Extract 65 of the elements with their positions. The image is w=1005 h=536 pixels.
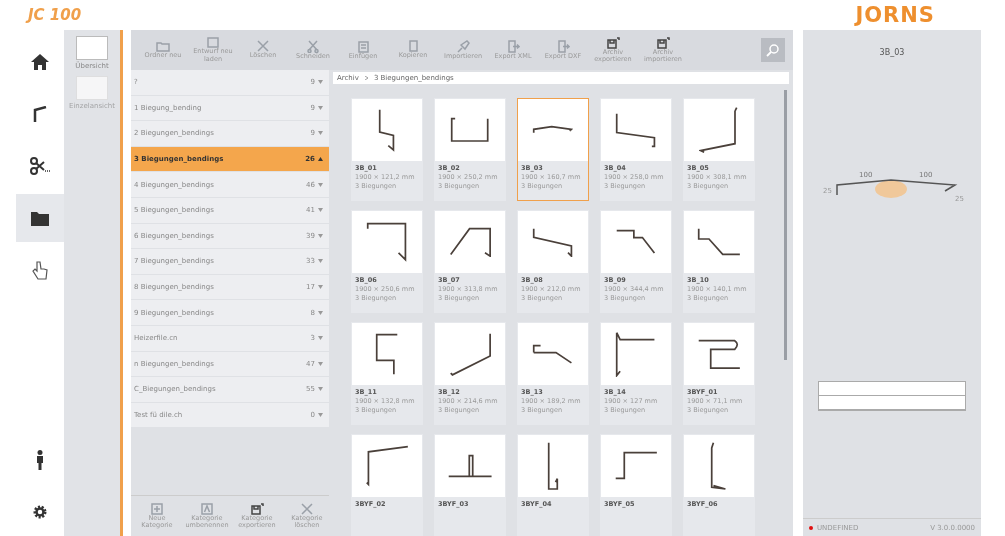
letter-icon bbox=[201, 502, 213, 515]
folder-icon bbox=[31, 210, 49, 226]
archive-icon bbox=[250, 502, 264, 515]
settings-icon bbox=[32, 504, 48, 520]
scissors-icon bbox=[307, 39, 319, 53]
scissors-icon bbox=[30, 157, 50, 175]
profile-title: 3B_03 bbox=[879, 48, 905, 57]
document-icon bbox=[206, 37, 220, 49]
person-icon bbox=[36, 450, 44, 470]
home-icon bbox=[31, 54, 49, 70]
profile-drawing bbox=[378, 108, 396, 152]
folder-icon bbox=[156, 40, 170, 52]
chevron-icon bbox=[364, 76, 368, 80]
profile-drawing bbox=[699, 106, 739, 154]
caret-down-icon bbox=[318, 208, 323, 213]
bend-icon bbox=[33, 106, 47, 122]
profile-drawing bbox=[615, 229, 657, 255]
caret-down-icon bbox=[318, 387, 323, 392]
export-icon bbox=[556, 39, 570, 53]
profile-drawing bbox=[613, 451, 659, 481]
scrollbar[interactable] bbox=[784, 90, 787, 360]
pin-icon bbox=[456, 39, 470, 53]
caret-down-icon bbox=[318, 259, 323, 264]
archive-icon bbox=[656, 36, 670, 49]
caret-down-icon bbox=[318, 336, 323, 341]
caret-up-icon bbox=[318, 157, 323, 162]
profile-drawing bbox=[710, 441, 728, 491]
page-icon bbox=[407, 40, 419, 53]
search-icon bbox=[766, 43, 780, 57]
archive-icon bbox=[606, 36, 620, 49]
caret-down-icon bbox=[318, 182, 323, 187]
plus-icon bbox=[151, 502, 163, 515]
profile-drawing bbox=[615, 330, 657, 378]
profile-drawing bbox=[448, 226, 492, 258]
profile-drawing bbox=[448, 331, 492, 377]
brand-logo: JORNS bbox=[855, 3, 935, 27]
input-field[interactable] bbox=[819, 396, 965, 410]
profile-drawing bbox=[615, 112, 657, 148]
profile-drawing bbox=[375, 332, 399, 376]
clipboard-icon bbox=[357, 39, 369, 53]
input-field[interactable] bbox=[819, 382, 965, 396]
export-icon bbox=[506, 39, 520, 53]
profile-drawing bbox=[450, 117, 490, 143]
profile-drawing bbox=[366, 222, 408, 262]
profile-drawing bbox=[446, 454, 494, 478]
profile-drawing bbox=[696, 338, 742, 370]
profile-drawing bbox=[532, 125, 574, 135]
cross-icon bbox=[257, 40, 269, 53]
nav-button[interactable] bbox=[16, 194, 64, 242]
caret-down-icon bbox=[318, 285, 323, 290]
caret-down-icon bbox=[318, 105, 323, 110]
caret-down-icon bbox=[318, 131, 323, 136]
caret-down-icon bbox=[318, 413, 323, 417]
status-dot bbox=[809, 525, 813, 530]
profile-drawing bbox=[532, 226, 574, 258]
hand-icon bbox=[32, 260, 48, 280]
profile-drawing bbox=[547, 441, 559, 491]
cross-icon bbox=[301, 502, 313, 515]
caret-down-icon bbox=[318, 361, 323, 366]
profile-drawing bbox=[364, 445, 410, 487]
caret-down-icon bbox=[318, 80, 323, 85]
caret-down-icon bbox=[318, 233, 323, 238]
profile-drawing bbox=[696, 227, 742, 257]
profile-drawing bbox=[532, 343, 574, 365]
caret-down-icon bbox=[318, 310, 323, 315]
